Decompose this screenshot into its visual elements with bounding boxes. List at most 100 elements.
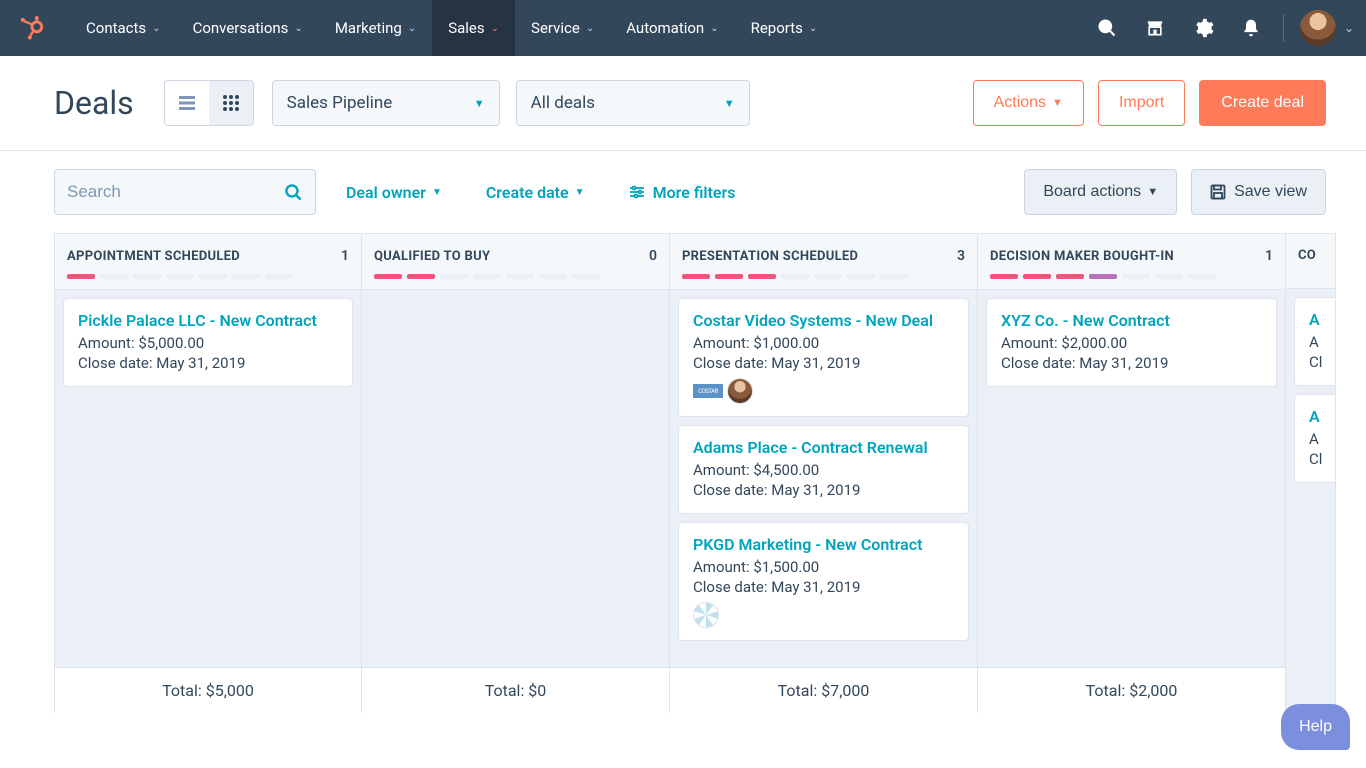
stage-progress <box>1298 273 1323 278</box>
sliders-icon <box>629 184 645 200</box>
board-view-toggle[interactable] <box>209 81 253 125</box>
contact-avatar-icon <box>727 378 753 404</box>
deal-card[interactable]: Pickle Palace LLC - New ContractAmount: … <box>63 298 353 387</box>
column-total: Total: $7,000 <box>670 667 977 713</box>
notifications-bell-icon[interactable] <box>1227 0 1275 56</box>
top-navbar: Contacts⌄Conversations⌄Marketing⌄Sales⌄S… <box>0 0 1366 56</box>
chevron-down-icon: ⌄ <box>586 23 594 34</box>
search-icon[interactable] <box>1083 0 1131 56</box>
deal-owner-filter[interactable]: Deal owner▼ <box>346 183 442 202</box>
kanban-board: APPOINTMENT SCHEDULED 1 Pickle Palace LLC … <box>0 233 1366 713</box>
pipeline-dropdown[interactable]: Sales Pipeline ▼ <box>272 80 500 126</box>
deal-card[interactable]: AACl <box>1294 297 1335 386</box>
nav-sales[interactable]: Sales⌄ <box>432 0 515 56</box>
card-title: Pickle Palace LLC - New Contract <box>78 311 338 330</box>
view-toggle <box>164 80 254 126</box>
stage-progress <box>374 274 657 279</box>
user-avatar[interactable] <box>1300 10 1336 46</box>
board-column: APPOINTMENT SCHEDULED 1 Pickle Palace LLC … <box>54 233 362 713</box>
chevron-down-icon: ▼ <box>575 187 585 198</box>
chevron-down-icon: ⌄ <box>809 23 817 34</box>
chevron-down-icon: ⌄ <box>408 23 416 34</box>
deal-card[interactable]: PKGD Marketing - New ContractAmount: $1,… <box>678 522 969 641</box>
card-title: XYZ Co. - New Contract <box>1001 311 1262 330</box>
column-total: Total: $2,000 <box>978 667 1285 713</box>
column-total: Total: $5,000 <box>55 667 361 713</box>
column-body[interactable] <box>362 290 669 667</box>
settings-gear-icon[interactable] <box>1179 0 1227 56</box>
search-icon <box>284 183 303 202</box>
list-view-toggle[interactable] <box>165 81 209 125</box>
chevron-down-icon: ⌄ <box>710 23 718 34</box>
deal-card[interactable]: XYZ Co. - New ContractAmount: $2,000.00C… <box>986 298 1277 387</box>
card-associations: COSTAR <box>693 378 954 404</box>
deals-filter-dropdown[interactable]: All deals ▼ <box>516 80 750 126</box>
nav-marketing[interactable]: Marketing⌄ <box>319 0 432 56</box>
chevron-down-icon: ⌄ <box>491 23 499 34</box>
save-view-button[interactable]: Save view <box>1191 169 1326 215</box>
column-count: 3 <box>957 248 965 264</box>
column-body[interactable]: AACl AACl <box>1286 289 1335 713</box>
column-count: 1 <box>1265 248 1273 264</box>
deal-card[interactable]: Costar Video Systems - New DealAmount: $… <box>678 298 969 417</box>
stage-progress <box>990 274 1273 279</box>
save-icon <box>1210 184 1226 200</box>
actions-button[interactable]: Actions▼ <box>973 80 1084 126</box>
card-title: A <box>1309 407 1321 426</box>
nav-automation[interactable]: Automation⌄ <box>610 0 734 56</box>
board-actions-button[interactable]: Board actions▼ <box>1024 169 1177 215</box>
page-header: Deals Sales Pipeline ▼ All deals ▼ Actio… <box>0 56 1366 151</box>
search-box[interactable] <box>54 169 316 215</box>
column-body[interactable]: XYZ Co. - New ContractAmount: $2,000.00C… <box>978 290 1285 667</box>
company-logo-icon: COSTAR <box>693 384 723 398</box>
search-input[interactable] <box>67 182 267 202</box>
card-associations <box>693 602 954 628</box>
create-date-filter[interactable]: Create date▼ <box>486 183 585 202</box>
column-title: QUALIFIED TO BUY <box>374 249 490 264</box>
more-filters[interactable]: More filters <box>629 183 736 202</box>
board-column: QUALIFIED TO BUY 0 Total: $0 <box>362 233 670 713</box>
nav-contacts[interactable]: Contacts⌄ <box>70 0 177 56</box>
chevron-down-icon: ▼ <box>724 97 735 110</box>
create-deal-button[interactable]: Create deal <box>1199 80 1326 126</box>
help-button[interactable]: Help <box>1281 704 1350 750</box>
stage-progress <box>67 274 349 279</box>
chevron-down-icon: ⌄ <box>152 23 160 34</box>
deal-card[interactable]: AACl <box>1294 394 1335 483</box>
pipeline-label: Sales Pipeline <box>287 93 393 113</box>
nav-reports[interactable]: Reports⌄ <box>735 0 834 56</box>
nav-service[interactable]: Service⌄ <box>515 0 610 56</box>
column-title: APPOINTMENT SCHEDULED <box>67 249 240 264</box>
column-body[interactable]: Pickle Palace LLC - New ContractAmount: … <box>55 290 361 667</box>
chevron-down-icon: ▼ <box>432 187 442 198</box>
chevron-down-icon: ⌄ <box>294 23 302 34</box>
deal-card[interactable]: Adams Place - Contract RenewalAmount: $4… <box>678 425 969 514</box>
company-logo-icon <box>693 602 719 628</box>
column-count: 0 <box>649 248 657 264</box>
import-button[interactable]: Import <box>1098 80 1185 126</box>
chevron-down-icon: ▼ <box>474 97 485 110</box>
stage-progress <box>682 274 965 279</box>
board-column: CO AACl AACl <box>1286 233 1336 713</box>
chevron-down-icon: ▼ <box>1147 186 1158 198</box>
column-body[interactable]: Costar Video Systems - New DealAmount: $… <box>670 290 977 667</box>
board-column: PRESENTATION SCHEDULED 3 Costar Video Syst… <box>670 233 978 713</box>
nav-conversations[interactable]: Conversations⌄ <box>177 0 319 56</box>
column-title: DECISION MAKER BOUGHT-IN <box>990 249 1174 264</box>
column-total: Total: $0 <box>362 667 669 713</box>
column-title: PRESENTATION SCHEDULED <box>682 249 858 264</box>
card-title: Adams Place - Contract Renewal <box>693 438 954 457</box>
chevron-down-icon: ▼ <box>1052 97 1063 109</box>
column-title: CO <box>1298 248 1316 263</box>
column-count: 1 <box>341 248 349 264</box>
hubspot-logo-icon[interactable] <box>14 11 48 45</box>
deals-filter-label: All deals <box>531 93 595 113</box>
board-column: DECISION MAKER BOUGHT-IN 1 XYZ Co. - New C… <box>978 233 1286 713</box>
card-title: Costar Video Systems - New Deal <box>693 311 954 330</box>
card-title: A <box>1309 310 1321 329</box>
filter-bar: Deal owner▼ Create date▼ More filters Bo… <box>0 151 1366 233</box>
nav-divider <box>1283 14 1284 42</box>
marketplace-icon[interactable] <box>1131 0 1179 56</box>
user-menu-caret-icon[interactable]: ⌄ <box>1344 21 1354 35</box>
page-title: Deals <box>54 84 134 122</box>
